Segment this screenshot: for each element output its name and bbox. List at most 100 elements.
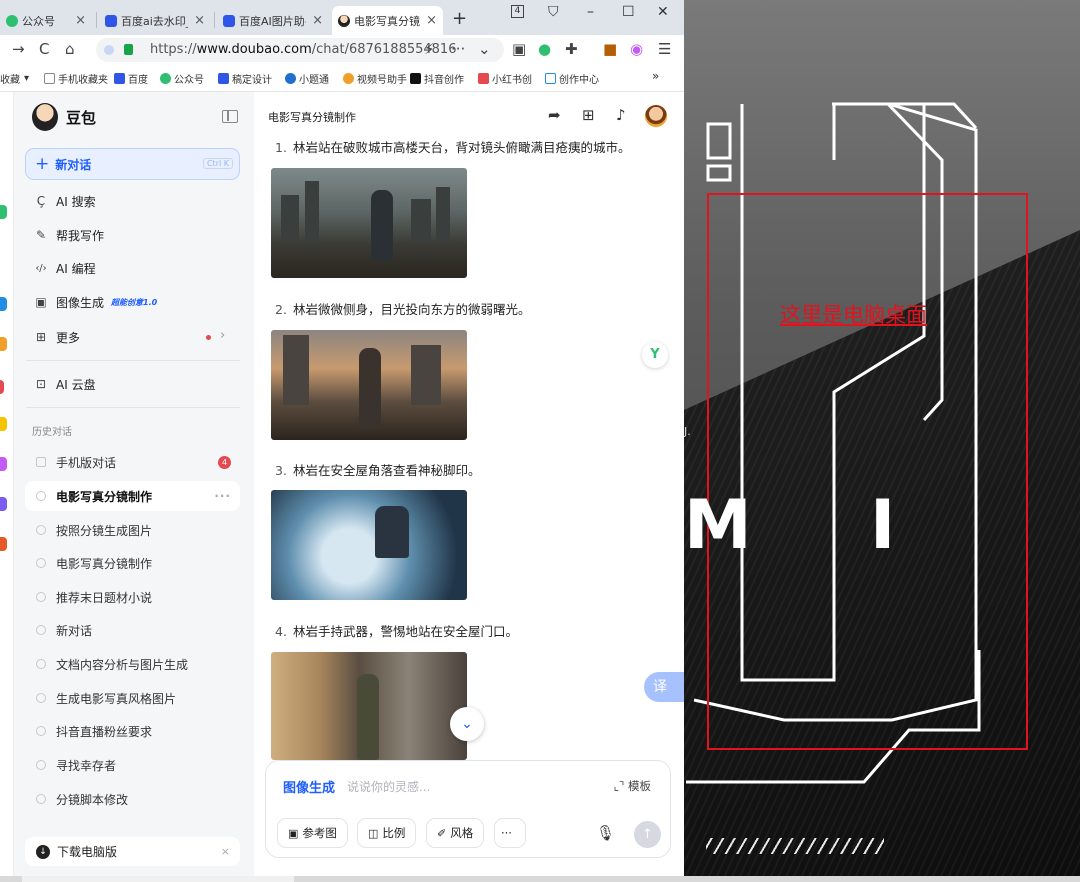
history-item[interactable]: 分镜脚本修改	[25, 784, 240, 814]
new-tab-button[interactable]: +	[452, 8, 467, 29]
tab-baidu-watermark[interactable]: 百度ai去水印_百度 ×	[99, 6, 211, 35]
app-icon[interactable]	[0, 537, 7, 551]
style-button[interactable]: ✐ 风格	[426, 818, 485, 848]
sidebar-item-more[interactable]: ⊞ 更多	[34, 327, 80, 347]
lightning-icon[interactable]: ⚡	[424, 40, 435, 58]
history-item[interactable]: 新对话	[25, 615, 240, 645]
share-icon[interactable]: ➦	[548, 106, 561, 124]
history-item[interactable]: 按照分镜生成图片	[25, 515, 240, 545]
more-options-icon[interactable]: ···	[214, 489, 231, 503]
bookmark-item[interactable]: 稿定设计	[218, 71, 272, 86]
history-item[interactable]: 电影写真分镜制作	[25, 548, 240, 578]
history-item[interactable]: 寻找幸存者	[25, 750, 240, 780]
reference-image-button[interactable]: ▣ 参考图	[277, 818, 348, 848]
bookmarks-more-button[interactable]: »	[652, 69, 659, 83]
url-input[interactable]: https://www.doubao.com/chat/687618855481…	[96, 38, 504, 62]
bookmark-item[interactable]: 手机收藏夹	[44, 71, 108, 86]
menu-icon[interactable]: ☰	[658, 40, 671, 58]
horizontal-scrollbar[interactable]	[0, 876, 1080, 882]
history-item[interactable]: 推荐末日题材小说	[25, 582, 240, 612]
download-icon: ↓	[36, 844, 50, 859]
tab-baidu-image[interactable]: 百度AI图片助手 ×	[217, 6, 329, 35]
tab-close-icon[interactable]: ×	[194, 13, 205, 28]
sidebar-item-image-gen[interactable]: ▣ 图像生成 超能创意1.0	[34, 292, 157, 312]
close-icon[interactable]: ×	[221, 845, 230, 858]
history-item[interactable]: 手机版对话 4	[25, 447, 240, 477]
brand[interactable]: 豆包	[32, 103, 96, 131]
maximize-icon[interactable]: ☐	[622, 4, 635, 20]
composer-input[interactable]: 说说你的灵感...	[347, 778, 430, 795]
xiaohongshu-icon	[478, 73, 489, 84]
url-host: www.doubao.com	[196, 42, 312, 57]
minimize-icon[interactable]: –	[587, 4, 594, 20]
tab-close-icon[interactable]: ×	[75, 13, 86, 28]
generated-image-dawn[interactable]	[271, 330, 467, 440]
extensions-icon[interactable]: ✚	[565, 40, 578, 58]
sidebar-item-writing[interactable]: ✎ 帮我写作	[34, 225, 104, 245]
sidebar-item-cloud[interactable]: ⊡ AI 云盘	[34, 374, 96, 394]
chat-main: 电影写真分镜制作 ➦ ⊞ ♪ 1. 林岩站在破败城市高楼天台，背对镜头俯瞰满目疮痍…	[254, 92, 684, 882]
bookmark-item[interactable]: 百度	[114, 71, 148, 86]
bookmark-item[interactable]: 小题通	[285, 71, 329, 86]
generated-image-footprints[interactable]	[271, 490, 467, 600]
notification-bell-icon[interactable]: ♪	[616, 106, 626, 124]
send-button[interactable]: ↑	[634, 821, 661, 848]
template-button[interactable]: ⌞⌝ 模板	[614, 778, 651, 794]
generated-image-doorway[interactable]	[271, 652, 467, 760]
translate-button[interactable]: 译	[644, 672, 684, 702]
history-item[interactable]: 抖音直播粉丝要求	[25, 716, 240, 746]
bookmark-item[interactable]: 公众号	[160, 71, 204, 86]
tab-count-badge[interactable]: 4	[511, 5, 524, 18]
more-options-button[interactable]: ···	[494, 818, 526, 848]
history-label: 手机版对话	[56, 455, 117, 470]
tab-doubao-active[interactable]: 电影写真分镜制作 ×	[332, 6, 443, 35]
app-icon[interactable]	[0, 457, 7, 471]
tab-close-icon[interactable]: ×	[312, 13, 323, 28]
briefcase-icon[interactable]: ■	[603, 40, 617, 58]
bookmark-item[interactable]: 抖音创作	[410, 71, 464, 86]
history-item[interactable]: 生成电影写真风格图片	[25, 683, 240, 713]
history-label: 推荐末日题材小说	[56, 590, 153, 605]
app-icon[interactable]	[0, 297, 7, 311]
home-icon[interactable]: ⌂	[65, 40, 75, 58]
aspect-ratio-button[interactable]: ◫ 比例	[357, 818, 417, 848]
reader-icon[interactable]: ▣	[512, 40, 526, 58]
more-dots-icon[interactable]: ···	[451, 40, 465, 58]
close-window-icon[interactable]: ✕	[657, 4, 669, 20]
scroll-down-button[interactable]: ⌄	[450, 707, 484, 741]
history-item[interactable]: 文档内容分析与图片生成	[25, 649, 240, 679]
tab-close-icon[interactable]: ×	[426, 13, 437, 28]
forward-icon[interactable]: →	[12, 40, 25, 58]
generated-image-rooftop[interactable]	[271, 168, 467, 278]
bookmark-item[interactable]: 小红书创	[478, 71, 532, 86]
scrollbar-thumb[interactable]	[22, 876, 294, 882]
app-icon[interactable]	[0, 417, 7, 431]
storyboard-step: 4. 林岩手持武器，警惕地站在安全屋门口。	[275, 621, 518, 640]
chevron-down-icon[interactable]: ⌄	[478, 40, 491, 58]
download-desktop-button[interactable]: ↓ 下载电脑版 ×	[25, 837, 240, 866]
bookmark-item[interactable]: 收藏 ▾	[0, 71, 29, 86]
image-detail	[436, 187, 450, 243]
shield-extension-icon[interactable]: ●	[538, 40, 551, 58]
microphone-icon[interactable]: 🎙	[596, 824, 615, 842]
history-item-active[interactable]: 电影写真分镜制作 ···	[25, 481, 240, 511]
profile-ring-icon[interactable]: ◉	[630, 40, 643, 58]
plugin-icon[interactable]: Y	[642, 342, 668, 368]
composer-mode-label[interactable]: 图像生成	[283, 777, 335, 796]
app-icon[interactable]	[0, 205, 7, 219]
bookmark-item[interactable]: 视频号助手	[343, 71, 407, 86]
shirt-skin-icon[interactable]: ⛉	[548, 4, 559, 20]
sidebar-item-coding[interactable]: ‹/› AI 编程	[34, 258, 95, 278]
app-icon[interactable]	[0, 337, 7, 351]
tab-gongzhonghao[interactable]: 公众号 ×	[0, 6, 92, 35]
save-to-drive-icon[interactable]: ⊞	[582, 106, 595, 124]
user-avatar[interactable]	[645, 105, 667, 127]
reload-icon[interactable]: C	[39, 40, 49, 58]
app-icon[interactable]	[0, 380, 4, 394]
app-icon[interactable]	[0, 497, 7, 511]
chip-label: 比例	[382, 826, 406, 840]
sidebar-toggle-icon[interactable]	[222, 110, 238, 123]
bookmark-item[interactable]: 创作中心	[545, 71, 599, 86]
sidebar-item-ai-search[interactable]: Ç AI 搜索	[34, 191, 96, 211]
new-chat-button[interactable]: + 新对话 Ctrl K	[25, 148, 240, 180]
